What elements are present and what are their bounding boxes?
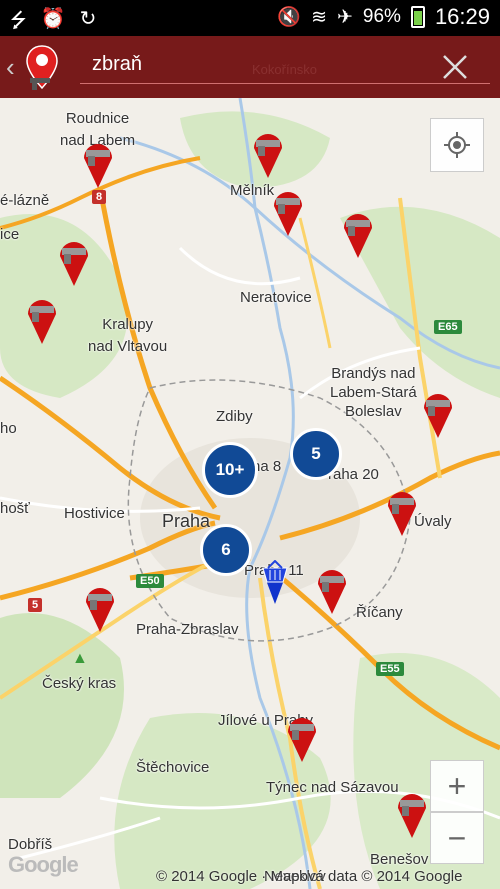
road-shield: E55 [376,662,404,676]
wifi-icon: ≋ [311,6,327,28]
my-location-icon [444,132,470,158]
gun-pin-icon[interactable] [82,584,118,634]
google-watermark: Google [8,852,79,877]
alarm-icon: ⏰ [40,8,66,30]
place-label: Praha-Zbraslav [136,621,239,638]
gun-pin-icon[interactable] [340,210,376,260]
place-label: Zdiby [216,408,253,425]
usb-icon: ⭍ [10,10,27,32]
road-shield: 8 [92,190,107,204]
road-shield: E65 [434,320,462,334]
road-shield: E50 [136,574,164,588]
place-label: hošť [0,500,30,517]
mute-icon: 🔇 [277,7,302,28]
gun-pin-icon[interactable] [270,188,306,238]
park-icon: ▲ [72,650,88,667]
map-pin-gun-logo[interactable] [24,44,60,90]
place-label: Brandýs nad Labem-Stará Boleslav [330,365,417,420]
map-base [0,98,500,889]
place-label: Hostivice [64,505,125,522]
place-label: Benešov [370,851,429,868]
map-view[interactable]: Roudnice nad Labem Kokořínsko Mělník é-l… [0,62,500,889]
place-label: Mělník [230,182,275,199]
gun-pin-icon[interactable] [24,296,60,346]
gun-pin-icon[interactable] [56,238,92,288]
shop-basket-pin-icon[interactable] [260,560,290,604]
road-shield: 5 [28,598,43,612]
status-bar: ⭍ ⏰ ↻ 🔇 ≋ ✈ 96% 16:29 [0,0,500,36]
battery-icon [410,6,425,28]
place-label: ho [0,420,17,437]
back-chevron-icon[interactable]: ‹ [6,52,15,83]
battery-percent: 96% [362,6,401,27]
my-location-button[interactable] [430,118,484,172]
place-label: Český kras [42,675,117,692]
place-label: Praha [162,511,211,531]
gun-pin-icon[interactable] [420,390,456,440]
gun-pin-icon[interactable] [384,488,420,538]
map-copyright[interactable]: © 2014 Google · Mapová data © 2014 Googl… [156,868,462,885]
zoom-out-button[interactable]: − [430,812,484,864]
app-bar: ‹ [0,36,500,98]
close-icon[interactable] [442,54,468,80]
gun-pin-icon[interactable] [250,130,286,180]
place-label: ice [0,226,20,243]
place-label: Kralupy nad Vltavou [88,316,168,355]
place-label: Kokořínsko [252,62,318,77]
place-label: Štěchovice [136,759,210,776]
airplane-icon: ✈ [336,6,353,28]
cluster-marker[interactable]: 5 [290,428,342,480]
place-label: Říčany [356,604,403,621]
zoom-in-button[interactable]: + [430,760,484,812]
cluster-marker[interactable]: 6 [200,524,252,576]
cluster-marker[interactable]: 10+ [202,442,258,498]
gun-pin-icon[interactable] [80,140,116,190]
sync-icon: ↻ [79,8,97,30]
place-label: Neratovice [240,289,312,306]
place-label: Týnec nad Sázavou [266,779,399,796]
gun-pin-icon[interactable] [284,714,320,764]
place-label: é-lázně [0,192,50,209]
place-label: Dobříš [8,836,53,853]
gun-pin-icon[interactable] [394,790,430,840]
clock: 16:29 [434,4,490,29]
gun-pin-icon[interactable] [314,566,350,616]
